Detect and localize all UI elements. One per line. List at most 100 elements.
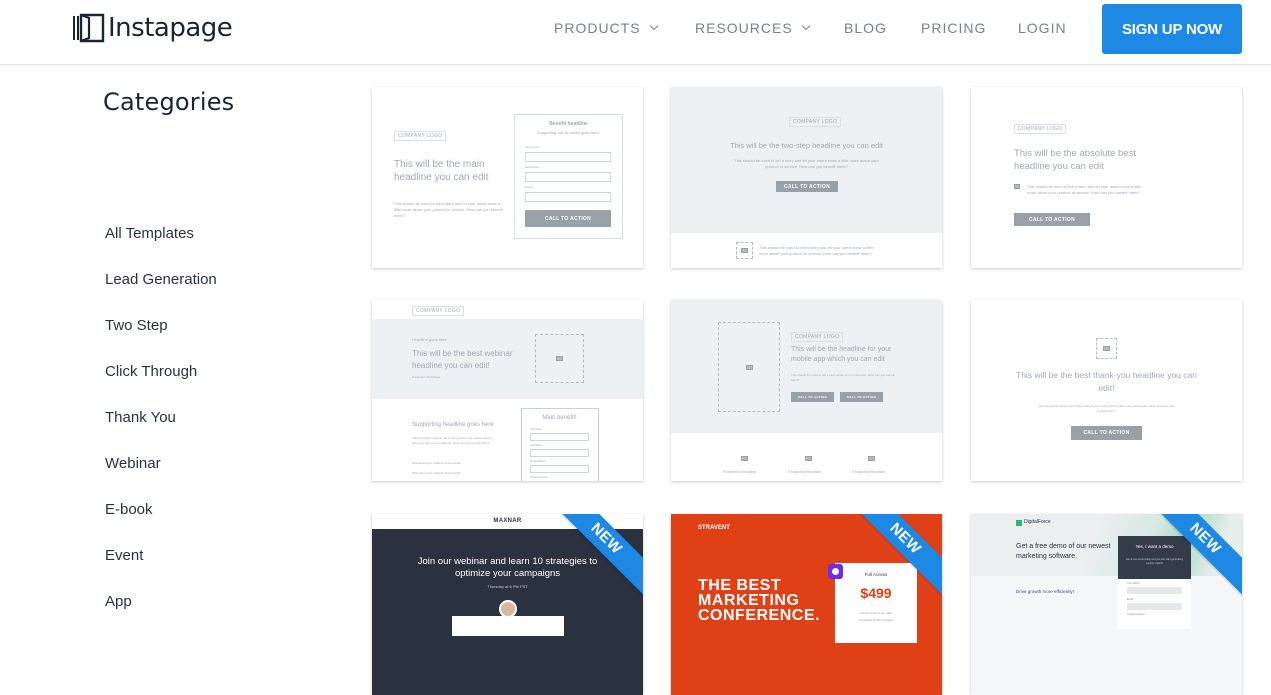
form-field <box>1127 587 1182 594</box>
hero-background <box>671 300 942 433</box>
form-field <box>530 433 589 441</box>
chevron-down-icon <box>649 21 658 31</box>
instapage-logo[interactable]: Instapage <box>72 11 233 45</box>
template-card-click-through[interactable]: COMPANY LOGO This will be the absolute b… <box>971 87 1242 268</box>
ticket-price: $499 <box>860 585 892 601</box>
company-logo-placeholder: COMPANY LOGO <box>412 306 465 316</box>
nav-pricing[interactable]: PRICING <box>921 20 986 36</box>
form-field <box>530 449 589 457</box>
eyebrow-text: Headline goes here <box>412 337 447 342</box>
image-icon <box>739 454 749 462</box>
image-placeholder-icon <box>1096 338 1117 359</box>
top-header: Instapage PRODUCTS RESOURCES BLOG PRICIN… <box>0 0 1271 65</box>
email-field <box>525 192 611 202</box>
template-card-stravent[interactable]: STRAVENT THE BEST MARKETING CONFERENCE. … <box>671 514 942 695</box>
nav-login[interactable]: LOGIN <box>1018 20 1067 36</box>
footer-text: This should be used to tell a story and … <box>759 245 874 256</box>
digitalforce-logo-icon <box>1016 520 1022 526</box>
form-field <box>1127 603 1182 610</box>
field-label: First Name <box>530 428 543 431</box>
form-title: Benefit headline <box>549 121 588 127</box>
template-card-digitalforce[interactable]: DigitalForce Get a free demo of our newe… <box>971 514 1242 695</box>
template-card-thank-you[interactable]: This will be the best thank-you headline… <box>971 300 1242 481</box>
nav-blog[interactable]: BLOG <box>844 20 887 36</box>
chevron-down-icon <box>801 21 810 31</box>
template-card-app[interactable]: COMPANY LOGO This will be the headline f… <box>671 300 942 481</box>
field-label: Last Name <box>530 444 543 447</box>
cta-placeholder: CALL TO ACTION <box>776 181 838 192</box>
panel-text: Get a free demo today and you can start … <box>1125 558 1184 565</box>
image-icon <box>1014 184 1020 189</box>
phone-image-placeholder-icon <box>718 322 780 412</box>
nav-products[interactable]: PRODUCTS <box>554 20 658 36</box>
sign-up-now-button[interactable]: SIGN UP NOW <box>1102 4 1242 54</box>
template-body: This should be used to tell a story and … <box>1038 404 1175 413</box>
field-label: Email <box>525 185 533 189</box>
sub-headline: Supporting headline goes here <box>412 422 494 428</box>
form-subtitle: Supporting call-to-action goes here. <box>536 130 601 135</box>
image-icon <box>866 454 876 462</box>
ticket-line: Food and drinks included <box>859 618 893 622</box>
image-icon <box>803 454 813 462</box>
template-body: This should be used to tell a story and … <box>394 201 503 218</box>
field-label: Company Name <box>1127 613 1146 616</box>
brand-name: DigitalForce <box>1024 519 1051 525</box>
template-card-lead-generation[interactable]: COMPANY LOGO This will be the main headl… <box>372 87 643 268</box>
field-label: Your Name <box>1127 582 1140 585</box>
image-placeholder-icon <box>535 334 584 383</box>
template-headline: This will be the absolute best headline … <box>1014 148 1136 172</box>
template-headline: This will be the headline for your mobil… <box>791 346 892 363</box>
feature-headline: Featured Headline <box>852 469 885 474</box>
event-date: Thursday at 6 PM PST <box>487 584 528 589</box>
cta-placeholder: CALL TO ACTION <box>840 392 883 402</box>
field-label: Last name <box>525 165 540 169</box>
template-headline: THE BEST MARKETING CONFERENCE. <box>698 577 820 624</box>
avatar <box>499 600 517 618</box>
category-webinar[interactable]: Webinar <box>105 455 161 472</box>
template-headline: This will be the best thank-you headline… <box>1016 370 1197 393</box>
instapage-logo-icon <box>73 13 105 43</box>
template-card-maxnar[interactable]: MAXNAR Join our webinar and learn 10 str… <box>372 514 643 695</box>
category-two-step[interactable]: Two Step <box>105 317 168 334</box>
presenter-text: Presenter: Full Name <box>412 375 441 379</box>
demo-panel: Yes, I want a demo Get a free demo today… <box>1118 536 1191 579</box>
template-headline: This will be the main headline you can e… <box>394 159 489 183</box>
category-app[interactable]: App <box>105 593 132 610</box>
categories-title: Categories <box>103 88 235 116</box>
ticket-title: Full Access <box>864 572 888 577</box>
nav-resources[interactable]: RESOURCES <box>695 20 810 36</box>
form-field <box>530 465 589 473</box>
template-headline: Join our webinar and learn 10 strategies… <box>417 556 598 579</box>
field-label: Email <box>1127 598 1134 601</box>
bullet-item: Talk about your webinar and benefits <box>412 471 461 475</box>
logo-text: Instapage <box>108 13 233 43</box>
category-click-through[interactable]: Click Through <box>105 363 197 380</box>
template-card-webinar[interactable]: COMPANY LOGO Headline goes here This wil… <box>372 300 643 481</box>
cta-placeholder: CALL TO ACTION <box>1071 426 1142 440</box>
last-name-field <box>525 172 611 182</box>
bullet-item: Talk about your webinar and benefits <box>412 461 461 465</box>
company-logo-placeholder: COMPANY LOGO <box>791 332 844 342</box>
field-label: Email Address <box>530 460 546 463</box>
panel-title: Yes, I want a demo <box>1135 544 1174 549</box>
cta-placeholder: CALL TO ACTION <box>525 210 611 227</box>
category-thank-you[interactable]: Thank You <box>105 409 176 426</box>
feature-headline: Featured Headline <box>788 469 821 474</box>
image-placeholder-icon <box>736 242 753 259</box>
template-body: This should be used to tell a story and … <box>1027 184 1142 195</box>
nav-resources-label: RESOURCES <box>695 20 793 36</box>
category-lead-generation[interactable]: Lead Generation <box>105 271 217 288</box>
category-all-templates[interactable]: All Templates <box>105 225 194 242</box>
cta-placeholder: CALL TO ACTION <box>791 392 834 402</box>
check-badge-icon <box>828 564 843 579</box>
form-panel: Your Name Email Company Name <box>1118 579 1191 629</box>
ticket-card: Full Access $499 Access to all of our ta… <box>835 563 917 643</box>
company-logo-placeholder: COMPANY LOGO <box>394 131 447 141</box>
cta-placeholder: CALL TO ACTION <box>1014 213 1090 226</box>
category-event[interactable]: Event <box>105 547 143 564</box>
field-label: Company Name <box>530 476 549 479</box>
category-e-book[interactable]: E-book <box>105 501 153 518</box>
template-headline: This will be the best webinar headline y… <box>412 349 513 370</box>
feature-headline: Featured Headline <box>723 469 756 474</box>
template-card-two-step[interactable]: COMPANY LOGO This will be the two-step h… <box>671 87 942 268</box>
